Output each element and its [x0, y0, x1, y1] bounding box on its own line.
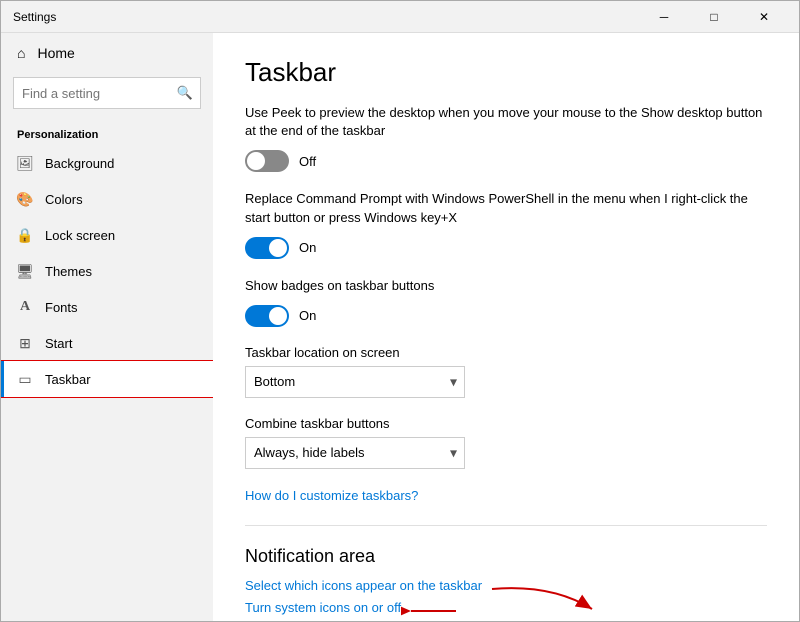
window-controls: ─ □ ✕: [641, 1, 787, 33]
background-icon: 🖼: [17, 155, 33, 171]
powershell-description: Replace Command Prompt with Windows Powe…: [245, 190, 767, 226]
sidebar-item-start[interactable]: ⊞ Start: [1, 325, 213, 361]
divider-1: [245, 525, 767, 526]
powershell-toggle-row: On: [245, 237, 767, 259]
arrow-annotation-1: [482, 579, 602, 621]
notification-area-heading: Notification area: [245, 546, 767, 567]
start-icon: ⊞: [17, 335, 33, 351]
turn-icons-link[interactable]: Turn system icons on or off: [245, 600, 401, 615]
notification-links: Select which icons appear on the taskbar: [245, 577, 482, 599]
search-icon: 🔍: [177, 85, 193, 101]
sidebar-item-taskbar[interactable]: ▭ Taskbar: [1, 361, 213, 397]
combine-buttons-wrapper: Always, hide labels When taskbar is full…: [245, 437, 465, 469]
search-input[interactable]: [13, 77, 201, 109]
sidebar-section-label: Personalization: [1, 121, 213, 145]
sidebar-item-background[interactable]: 🖼 Background: [1, 145, 213, 181]
sidebar-item-label: Taskbar: [45, 372, 91, 387]
customize-taskbars-link[interactable]: How do I customize taskbars?: [245, 488, 418, 503]
sidebar-item-label: Lock screen: [45, 228, 115, 243]
themes-icon: 🖥: [17, 263, 33, 279]
powershell-toggle-knob: [269, 239, 287, 257]
peek-description: Use Peek to preview the desktop when you…: [245, 104, 767, 140]
sidebar-item-colors[interactable]: 🎨 Colors: [1, 181, 213, 217]
turn-icons-row: Turn system icons on or off: [245, 599, 401, 621]
taskbar-location-select[interactable]: Bottom Top Left Right: [245, 366, 465, 398]
title-bar: Settings ─ □ ✕: [1, 1, 799, 33]
sidebar-item-themes[interactable]: 🖥 Themes: [1, 253, 213, 289]
arrow-annotation-2: [401, 599, 461, 621]
sidebar-item-home[interactable]: ⌂ Home: [1, 33, 213, 73]
taskbar-location-label: Taskbar location on screen: [245, 345, 767, 360]
window-title: Settings: [13, 10, 641, 24]
sidebar-item-label: Fonts: [45, 300, 78, 315]
badges-toggle-knob: [269, 307, 287, 325]
sidebar-item-label: Start: [45, 336, 72, 351]
sidebar-item-fonts[interactable]: A Fonts: [1, 289, 213, 325]
powershell-toggle[interactable]: [245, 237, 289, 259]
sidebar-search-container: 🔍: [13, 77, 201, 109]
main-panel: Taskbar Use Peek to preview the desktop …: [213, 33, 799, 621]
notification-area: Notification area Select which icons app…: [245, 546, 767, 621]
maximize-button[interactable]: □: [691, 1, 737, 33]
select-icons-link[interactable]: Select which icons appear on the taskbar: [245, 578, 482, 593]
lock-screen-icon: 🔒: [17, 227, 33, 243]
taskbar-icon: ▭: [17, 371, 33, 387]
peek-toggle[interactable]: [245, 150, 289, 172]
badges-toggle-row: On: [245, 305, 767, 327]
powershell-toggle-label: On: [299, 240, 316, 255]
badges-description: Show badges on taskbar buttons: [245, 277, 767, 295]
sidebar-item-lock-screen[interactable]: 🔒 Lock screen: [1, 217, 213, 253]
sidebar-item-label: Colors: [45, 192, 83, 207]
sidebar-home-label: Home: [37, 45, 74, 61]
peek-toggle-row: Off: [245, 150, 767, 172]
badges-toggle[interactable]: [245, 305, 289, 327]
peek-toggle-label: Off: [299, 154, 316, 169]
fonts-icon: A: [17, 299, 33, 315]
minimize-button[interactable]: ─: [641, 1, 687, 33]
combine-buttons-select[interactable]: Always, hide labels When taskbar is full…: [245, 437, 465, 469]
badges-toggle-label: On: [299, 308, 316, 323]
home-icon: ⌂: [17, 45, 25, 61]
page-title: Taskbar: [245, 57, 767, 88]
combine-buttons-label: Combine taskbar buttons: [245, 416, 767, 431]
settings-window: Settings ─ □ ✕ ⌂ Home 🔍 Personalization: [0, 0, 800, 622]
colors-icon: 🎨: [17, 191, 33, 207]
taskbar-location-wrapper: Bottom Top Left Right: [245, 366, 465, 398]
close-button[interactable]: ✕: [741, 1, 787, 33]
sidebar-item-label: Themes: [45, 264, 92, 279]
sidebar-item-label: Background: [45, 156, 114, 171]
peek-toggle-knob: [247, 152, 265, 170]
sidebar: ⌂ Home 🔍 Personalization 🖼 Background 🎨 …: [1, 33, 213, 621]
main-content: ⌂ Home 🔍 Personalization 🖼 Background 🎨 …: [1, 33, 799, 621]
